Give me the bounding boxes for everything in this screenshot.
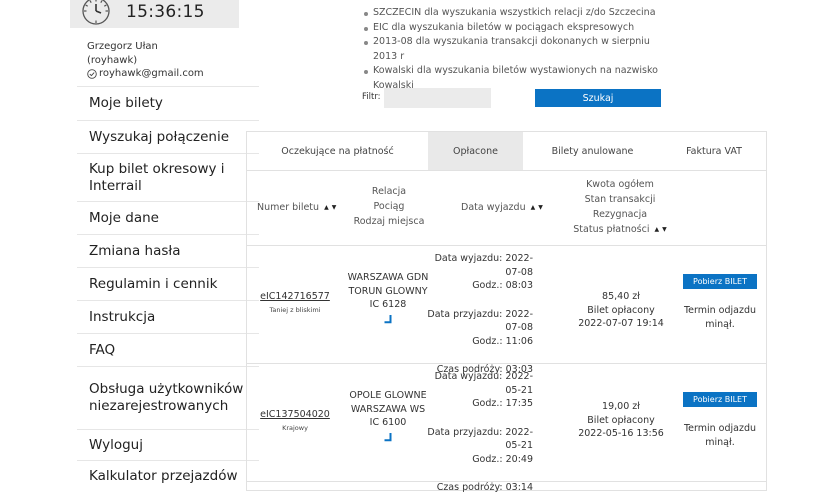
- menu-item-my-data[interactable]: Moje dane: [77, 201, 259, 234]
- clock-time: 15:36:15: [126, 2, 205, 22]
- search-hint: SZCZECIN dla wyszukania wszystkich relac…: [364, 6, 664, 21]
- seat-icon: [384, 314, 392, 323]
- main-content: SZCZECIN dla wyszukania wszystkich relac…: [246, 0, 768, 493]
- tab-paid[interactable]: Opłacone: [428, 132, 523, 170]
- menu-item-change-password[interactable]: Zmiana hasła: [77, 234, 259, 267]
- ticket-number-cell: eIC142716577 Taniej z bliskimi: [255, 290, 335, 317]
- ticket-type: Taniej z bliskimi: [269, 305, 321, 314]
- table-header: Numer biletu ▲ ▼ Relacja Pociąg Rodzaj mie…: [247, 170, 766, 246]
- seat-icon: [384, 432, 392, 441]
- menu-item-logout[interactable]: Wyloguj: [77, 429, 259, 460]
- ticket-type: Krajowy: [282, 423, 308, 432]
- menu-item-faq[interactable]: FAQ: [77, 333, 259, 366]
- tab-vat-invoice[interactable]: Faktura VAT: [662, 132, 766, 170]
- menu-item-unregistered-users[interactable]: Obsługa użytkowników niezarejestrowanych: [77, 366, 259, 429]
- amount: 19,00 zł: [602, 401, 640, 412]
- menu-item-season-ticket[interactable]: Kup bilet okresowy i Interrail: [77, 153, 259, 201]
- travel-dates-cell: Data wyjazdu: 2022-07-08 Godz.: 08:03 Da…: [427, 252, 533, 377]
- departure-date: Data wyjazdu: 2022-07-08: [434, 253, 533, 278]
- download-ticket-button[interactable]: Pobierz BILET: [683, 392, 757, 407]
- table-row: eIC142716577 Taniej z bliskimi WARSZAWA …: [247, 245, 766, 375]
- arrival-time: Godz.: 11:06: [472, 335, 533, 347]
- table-row: eIC137504020 Krajowy OPOLE GLOWNE WARSZA…: [247, 363, 766, 493]
- transaction-state: Bilet opłacony: [587, 414, 655, 426]
- search-hint: 2013-08 dla wyszukania transakcji dokona…: [364, 35, 664, 64]
- menu-item-terms-pricing[interactable]: Regulamin i cennik: [77, 267, 259, 300]
- station-to: WARSZAWA WS: [350, 403, 426, 415]
- clock-box: 15:36:15: [70, 0, 239, 28]
- menu-item-trip-calculator[interactable]: Kalkulator przejazdów: [77, 460, 259, 491]
- menu-item-instructions[interactable]: Instrukcja: [77, 300, 259, 333]
- departure-status: Termin odjazdu minął.: [683, 423, 757, 448]
- arrival-time: Godz.: 20:49: [472, 453, 533, 465]
- ticket-number-link[interactable]: eIC142716577: [255, 290, 335, 304]
- filter-label: Filtr:: [362, 92, 381, 102]
- column-relation: Relacja: [371, 186, 407, 197]
- tab-cancelled[interactable]: Bilety anulowane: [523, 132, 662, 170]
- user-name: Grzegorz Ułan: [87, 41, 158, 52]
- tickets-tabs: Oczekujące na płatność Opłacone Bilety a…: [247, 132, 766, 171]
- clock-icon: [82, 0, 110, 25]
- filter-input[interactable]: [384, 88, 491, 108]
- column-seat-type: Rodzaj miejsca: [353, 216, 425, 227]
- user-info: Grzegorz Ułan (royhawk) royhawk@gmail.co…: [87, 40, 204, 81]
- ticket-number-link[interactable]: eIC137504020: [255, 408, 335, 422]
- departure-time: Godz.: 08:03: [472, 280, 533, 291]
- travel-dates-cell: Data wyjazdu: 2022-05-21 Godz.: 17:35 Da…: [427, 370, 533, 495]
- sort-icon[interactable]: ▲ ▼: [654, 222, 666, 237]
- transaction-state: Bilet opłacony: [587, 304, 655, 316]
- column-resignation: Rezygnacja: [592, 209, 648, 220]
- column-transaction-state: Stan transakcji: [584, 194, 656, 205]
- menu-item-my-tickets[interactable]: Moje bilety: [77, 86, 259, 120]
- search-hints-list: SZCZECIN dla wyszukania wszystkich relac…: [364, 6, 664, 93]
- station-to: TORUN GLOWNY: [348, 285, 428, 297]
- payment-cell: 85,40 zł Bilet opłacony 2022-07-07 19:14: [571, 290, 671, 331]
- departure-time: Godz.: 17:35: [472, 398, 533, 409]
- train-number: IC 6100: [369, 417, 407, 428]
- ticket-number-cell: eIC137504020 Krajowy: [255, 408, 335, 435]
- menu-item-search-connection[interactable]: Wyszukaj połączenie: [77, 120, 259, 153]
- tab-pending-payment[interactable]: Oczekujące na płatność: [247, 132, 428, 170]
- train-number: IC 6128: [369, 299, 407, 310]
- column-train: Pociąg: [373, 201, 405, 212]
- column-amount-group: Kwota ogółem Stan transakcji Rezygnacja …: [565, 177, 675, 237]
- departure-date: Data wyjazdu: 2022-05-21: [434, 371, 533, 396]
- station-from: OPOLE GLOWNE: [349, 390, 427, 401]
- sidebar-menu: Moje bilety Wyszukaj połączenie Kup bile…: [77, 86, 259, 491]
- payment-date: 2022-07-07 19:14: [578, 318, 664, 329]
- relation-cell: WARSZAWA GDN TORUN GLOWNY IC 6128: [343, 271, 433, 324]
- station-from: WARSZAWA GDN: [347, 272, 429, 283]
- verified-check-icon: [87, 68, 97, 79]
- user-login: (royhawk): [87, 54, 138, 66]
- travel-duration: Czas podróży: 03:14: [436, 482, 533, 493]
- arrival-date: Data przyjazdu: 2022-05-21: [427, 426, 533, 452]
- sort-icon[interactable]: ▲ ▼: [324, 200, 336, 215]
- column-total: Kwota ogółem: [586, 179, 654, 190]
- departure-status: Termin odjazdu minął.: [683, 305, 757, 330]
- search-hint: EIC dla wyszukania biletów w pociągach e…: [364, 21, 664, 36]
- payment-date: 2022-05-16 13:56: [578, 428, 664, 439]
- column-payment-status[interactable]: Status płatności ▲ ▼: [565, 222, 675, 237]
- column-travel-date[interactable]: Data wyjazdu ▲ ▼: [461, 200, 543, 215]
- search-button[interactable]: Szukaj: [535, 89, 661, 107]
- sidebar: 15:36:15 Grzegorz Ułan (royhawk) royhawk…: [70, 0, 259, 484]
- user-email: royhawk@gmail.com: [99, 68, 204, 79]
- amount: 85,40 zł: [602, 291, 640, 302]
- download-ticket-button[interactable]: Pobierz BILET: [683, 274, 757, 289]
- tickets-panel: Oczekujące na płatność Opłacone Bilety a…: [246, 131, 767, 493]
- payment-cell: 19,00 zł Bilet opłacony 2022-05-16 13:56: [571, 400, 671, 441]
- sort-icon[interactable]: ▲ ▼: [531, 200, 543, 215]
- relation-cell: OPOLE GLOWNE WARSZAWA WS IC 6100: [343, 389, 433, 442]
- arrival-date: Data przyjazdu: 2022-07-08: [427, 308, 533, 334]
- column-ticket-number[interactable]: Numer biletu ▲ ▼: [257, 200, 336, 215]
- user-email-row: royhawk@gmail.com: [87, 67, 204, 81]
- column-relation-group: Relacja Pociąg Rodzaj miejsca: [349, 184, 429, 229]
